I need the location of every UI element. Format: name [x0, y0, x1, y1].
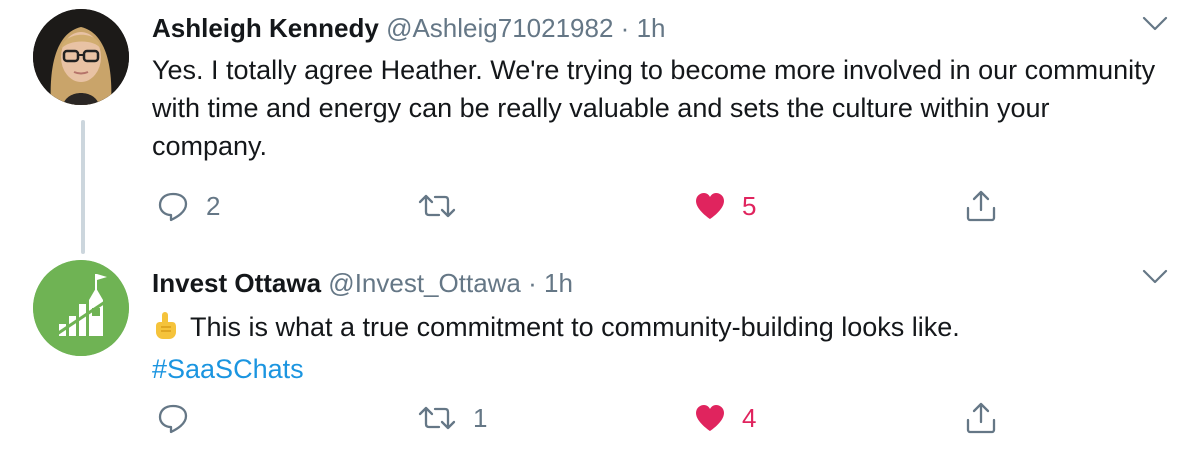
retweet-icon — [417, 401, 457, 435]
reply-button[interactable]: 2 — [156, 186, 220, 226]
retweet-button[interactable]: 1 — [417, 398, 487, 438]
reply-count: 2 — [206, 190, 221, 221]
separator-dot: · — [528, 268, 537, 298]
avatar[interactable] — [33, 260, 129, 356]
share-button[interactable] — [963, 186, 999, 226]
hashtag-link[interactable]: #SaaSChats — [152, 354, 304, 384]
separator-dot: · — [620, 13, 630, 43]
reply-icon — [156, 189, 190, 223]
tweet-text-block: This is what a true commitment to commun… — [152, 308, 1162, 388]
tweet-header: Ashleigh Kennedy @Ashleig71021982 · 1h — [152, 12, 665, 44]
like-button[interactable]: 5 — [694, 186, 756, 226]
heart-icon — [694, 403, 726, 433]
display-name[interactable]: Invest Ottawa — [152, 268, 321, 298]
share-icon — [963, 400, 999, 436]
tweet-header: Invest Ottawa @Invest_Ottawa · 1h — [152, 267, 573, 299]
tweet-text: This is what a true commitment to commun… — [190, 312, 960, 342]
reply-icon — [156, 401, 190, 435]
retweet-button[interactable] — [417, 186, 473, 226]
timestamp[interactable]: 1h — [637, 13, 666, 43]
tweet-invest-ottawa[interactable]: Invest Ottawa @Invest_Ottawa · 1h This i… — [0, 245, 1199, 457]
avatar[interactable] — [33, 9, 129, 105]
user-handle[interactable]: @Ashleig71021982 — [386, 13, 613, 43]
tweet-actions: 2 5 — [0, 186, 1199, 226]
like-button[interactable]: 4 — [694, 398, 756, 438]
user-handle[interactable]: @Invest_Ottawa — [328, 268, 521, 298]
like-count: 5 — [742, 190, 757, 221]
timestamp[interactable]: 1h — [544, 268, 573, 298]
caret-down-icon[interactable] — [1141, 267, 1169, 287]
share-icon — [963, 188, 999, 224]
like-count: 4 — [742, 402, 757, 433]
tweet-actions: 1 4 — [0, 398, 1199, 438]
heart-icon — [694, 191, 726, 221]
retweet-icon — [417, 189, 457, 223]
reply-button[interactable] — [156, 398, 206, 438]
share-button[interactable] — [963, 398, 999, 438]
display-name[interactable]: Ashleigh Kennedy — [152, 13, 379, 43]
tweet-text: Yes. I totally agree Heather. We're tryi… — [152, 55, 1156, 161]
pointing-up-emoji — [152, 310, 180, 350]
retweet-count: 1 — [473, 402, 488, 433]
caret-down-icon[interactable] — [1141, 14, 1169, 34]
tweet-ashleigh-kennedy[interactable]: Ashleigh Kennedy @Ashleig71021982 · 1h Y… — [0, 0, 1199, 254]
